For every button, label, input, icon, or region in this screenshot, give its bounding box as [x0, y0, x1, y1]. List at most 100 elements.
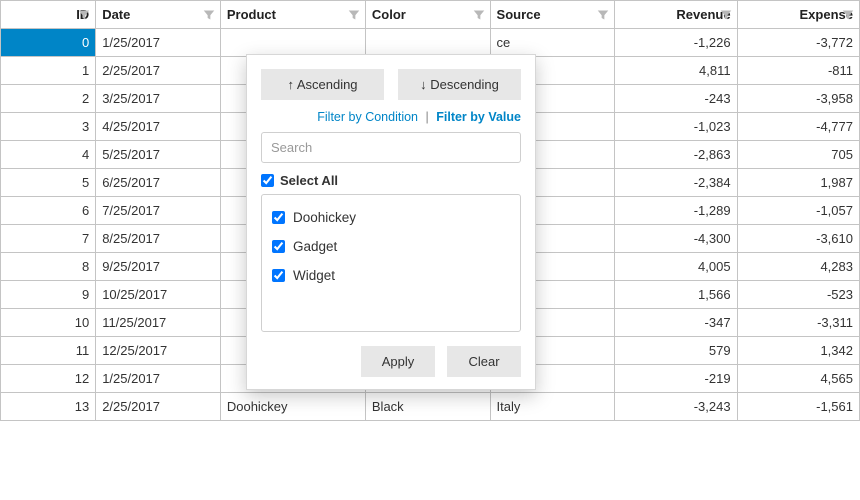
cell[interactable]: Black — [365, 393, 490, 421]
header-expense[interactable]: Expense — [737, 1, 859, 29]
select-all-label: Select All — [280, 173, 338, 188]
cell[interactable]: 3/25/2017 — [96, 85, 221, 113]
cell[interactable]: -219 — [615, 365, 737, 393]
cell[interactable]: 4,283 — [737, 253, 859, 281]
cell[interactable]: 1/25/2017 — [96, 29, 221, 57]
cell[interactable]: -3,772 — [737, 29, 859, 57]
cell[interactable]: 13 — [1, 393, 96, 421]
sort-descending-button[interactable]: ↓ Descending — [398, 69, 521, 100]
tab-filter-by-condition[interactable]: Filter by Condition — [317, 110, 418, 124]
header-revenue[interactable]: Revenue — [615, 1, 737, 29]
apply-button[interactable]: Apply — [361, 346, 435, 377]
cell[interactable]: 8/25/2017 — [96, 225, 221, 253]
cell[interactable]: 5/25/2017 — [96, 141, 221, 169]
filter-icon[interactable] — [472, 8, 486, 22]
select-all-row[interactable]: Select All — [261, 173, 521, 188]
cell[interactable]: -2,384 — [615, 169, 737, 197]
cell[interactable]: 7 — [1, 225, 96, 253]
separator: | — [422, 110, 433, 124]
cell[interactable]: ce — [490, 29, 615, 57]
cell[interactable]: 1,566 — [615, 281, 737, 309]
cell[interactable]: Doohickey — [220, 393, 365, 421]
filter-value-label: Doohickey — [293, 210, 356, 225]
filter-value-item[interactable]: Doohickey — [272, 203, 510, 232]
cell[interactable]: -3,311 — [737, 309, 859, 337]
sort-ascending-button[interactable]: ↑ Ascending — [261, 69, 384, 100]
table-row[interactable]: 01/25/2017 ce-1,226-3,772 — [1, 29, 860, 57]
cell[interactable]: 10/25/2017 — [96, 281, 221, 309]
cell[interactable]: 2/25/2017 — [96, 393, 221, 421]
table-row[interactable]: 132/25/2017DoohickeyBlackItaly-3,243-1,5… — [1, 393, 860, 421]
cell[interactable]: Italy — [490, 393, 615, 421]
cell[interactable] — [220, 29, 365, 57]
cell[interactable]: 1,987 — [737, 169, 859, 197]
cell[interactable]: -811 — [737, 57, 859, 85]
cell[interactable]: -1,289 — [615, 197, 737, 225]
filter-icon[interactable] — [202, 8, 216, 22]
cell[interactable]: -4,777 — [737, 113, 859, 141]
cell[interactable]: -347 — [615, 309, 737, 337]
cell[interactable]: 4/25/2017 — [96, 113, 221, 141]
cell[interactable]: 1,342 — [737, 337, 859, 365]
cell[interactable]: 12/25/2017 — [96, 337, 221, 365]
cell[interactable]: 10 — [1, 309, 96, 337]
cell[interactable]: 11/25/2017 — [96, 309, 221, 337]
cell[interactable]: 2 — [1, 85, 96, 113]
filter-search-input[interactable] — [261, 132, 521, 163]
cell[interactable]: 7/25/2017 — [96, 197, 221, 225]
cell[interactable]: 8 — [1, 253, 96, 281]
cell[interactable]: 12 — [1, 365, 96, 393]
cell[interactable]: -3,958 — [737, 85, 859, 113]
cell[interactable]: -1,023 — [615, 113, 737, 141]
filter-icon[interactable] — [77, 8, 91, 22]
cell[interactable]: 6 — [1, 197, 96, 225]
cell[interactable]: 2/25/2017 — [96, 57, 221, 85]
cell[interactable]: 0 — [1, 29, 96, 57]
filter-value-item[interactable]: Gadget — [272, 232, 510, 261]
cell[interactable]: -4,300 — [615, 225, 737, 253]
cell[interactable] — [365, 29, 490, 57]
filter-icon[interactable] — [596, 8, 610, 22]
filter-value-item[interactable]: Widget — [272, 261, 510, 290]
cell[interactable]: 1/25/2017 — [96, 365, 221, 393]
cell[interactable]: 4,005 — [615, 253, 737, 281]
filter-value-checkbox[interactable] — [272, 211, 285, 224]
cell[interactable]: -1,561 — [737, 393, 859, 421]
header-color[interactable]: Color — [365, 1, 490, 29]
cell[interactable]: 1 — [1, 57, 96, 85]
cell[interactable]: -243 — [615, 85, 737, 113]
header-product[interactable]: Product — [220, 1, 365, 29]
filter-value-list: Doohickey Gadget Widget — [261, 194, 521, 332]
clear-button[interactable]: Clear — [447, 346, 521, 377]
cell[interactable]: 579 — [615, 337, 737, 365]
filter-value-label: Widget — [293, 268, 335, 283]
cell[interactable]: 9/25/2017 — [96, 253, 221, 281]
cell[interactable]: 9 — [1, 281, 96, 309]
filter-icon[interactable] — [841, 8, 855, 22]
cell[interactable]: -1,057 — [737, 197, 859, 225]
filter-icon[interactable] — [347, 8, 361, 22]
cell[interactable]: 4,565 — [737, 365, 859, 393]
cell[interactable]: -523 — [737, 281, 859, 309]
filter-icon[interactable] — [719, 8, 733, 22]
header-row: ID Date Product Color Source Revenue Exp… — [1, 1, 860, 29]
cell[interactable]: 4 — [1, 141, 96, 169]
cell[interactable]: -1,226 — [615, 29, 737, 57]
header-id[interactable]: ID — [1, 1, 96, 29]
cell[interactable]: 705 — [737, 141, 859, 169]
cell[interactable]: 11 — [1, 337, 96, 365]
filter-value-checkbox[interactable] — [272, 269, 285, 282]
filter-value-checkbox[interactable] — [272, 240, 285, 253]
cell[interactable]: -2,863 — [615, 141, 737, 169]
header-source[interactable]: Source — [490, 1, 615, 29]
column-filter-popup: ↑ Ascending ↓ Descending Filter by Condi… — [246, 54, 536, 390]
cell[interactable]: -3,243 — [615, 393, 737, 421]
tab-filter-by-value[interactable]: Filter by Value — [436, 110, 521, 124]
cell[interactable]: 6/25/2017 — [96, 169, 221, 197]
select-all-checkbox[interactable] — [261, 174, 274, 187]
header-date[interactable]: Date — [96, 1, 221, 29]
cell[interactable]: 3 — [1, 113, 96, 141]
cell[interactable]: 4,811 — [615, 57, 737, 85]
cell[interactable]: 5 — [1, 169, 96, 197]
cell[interactable]: -3,610 — [737, 225, 859, 253]
